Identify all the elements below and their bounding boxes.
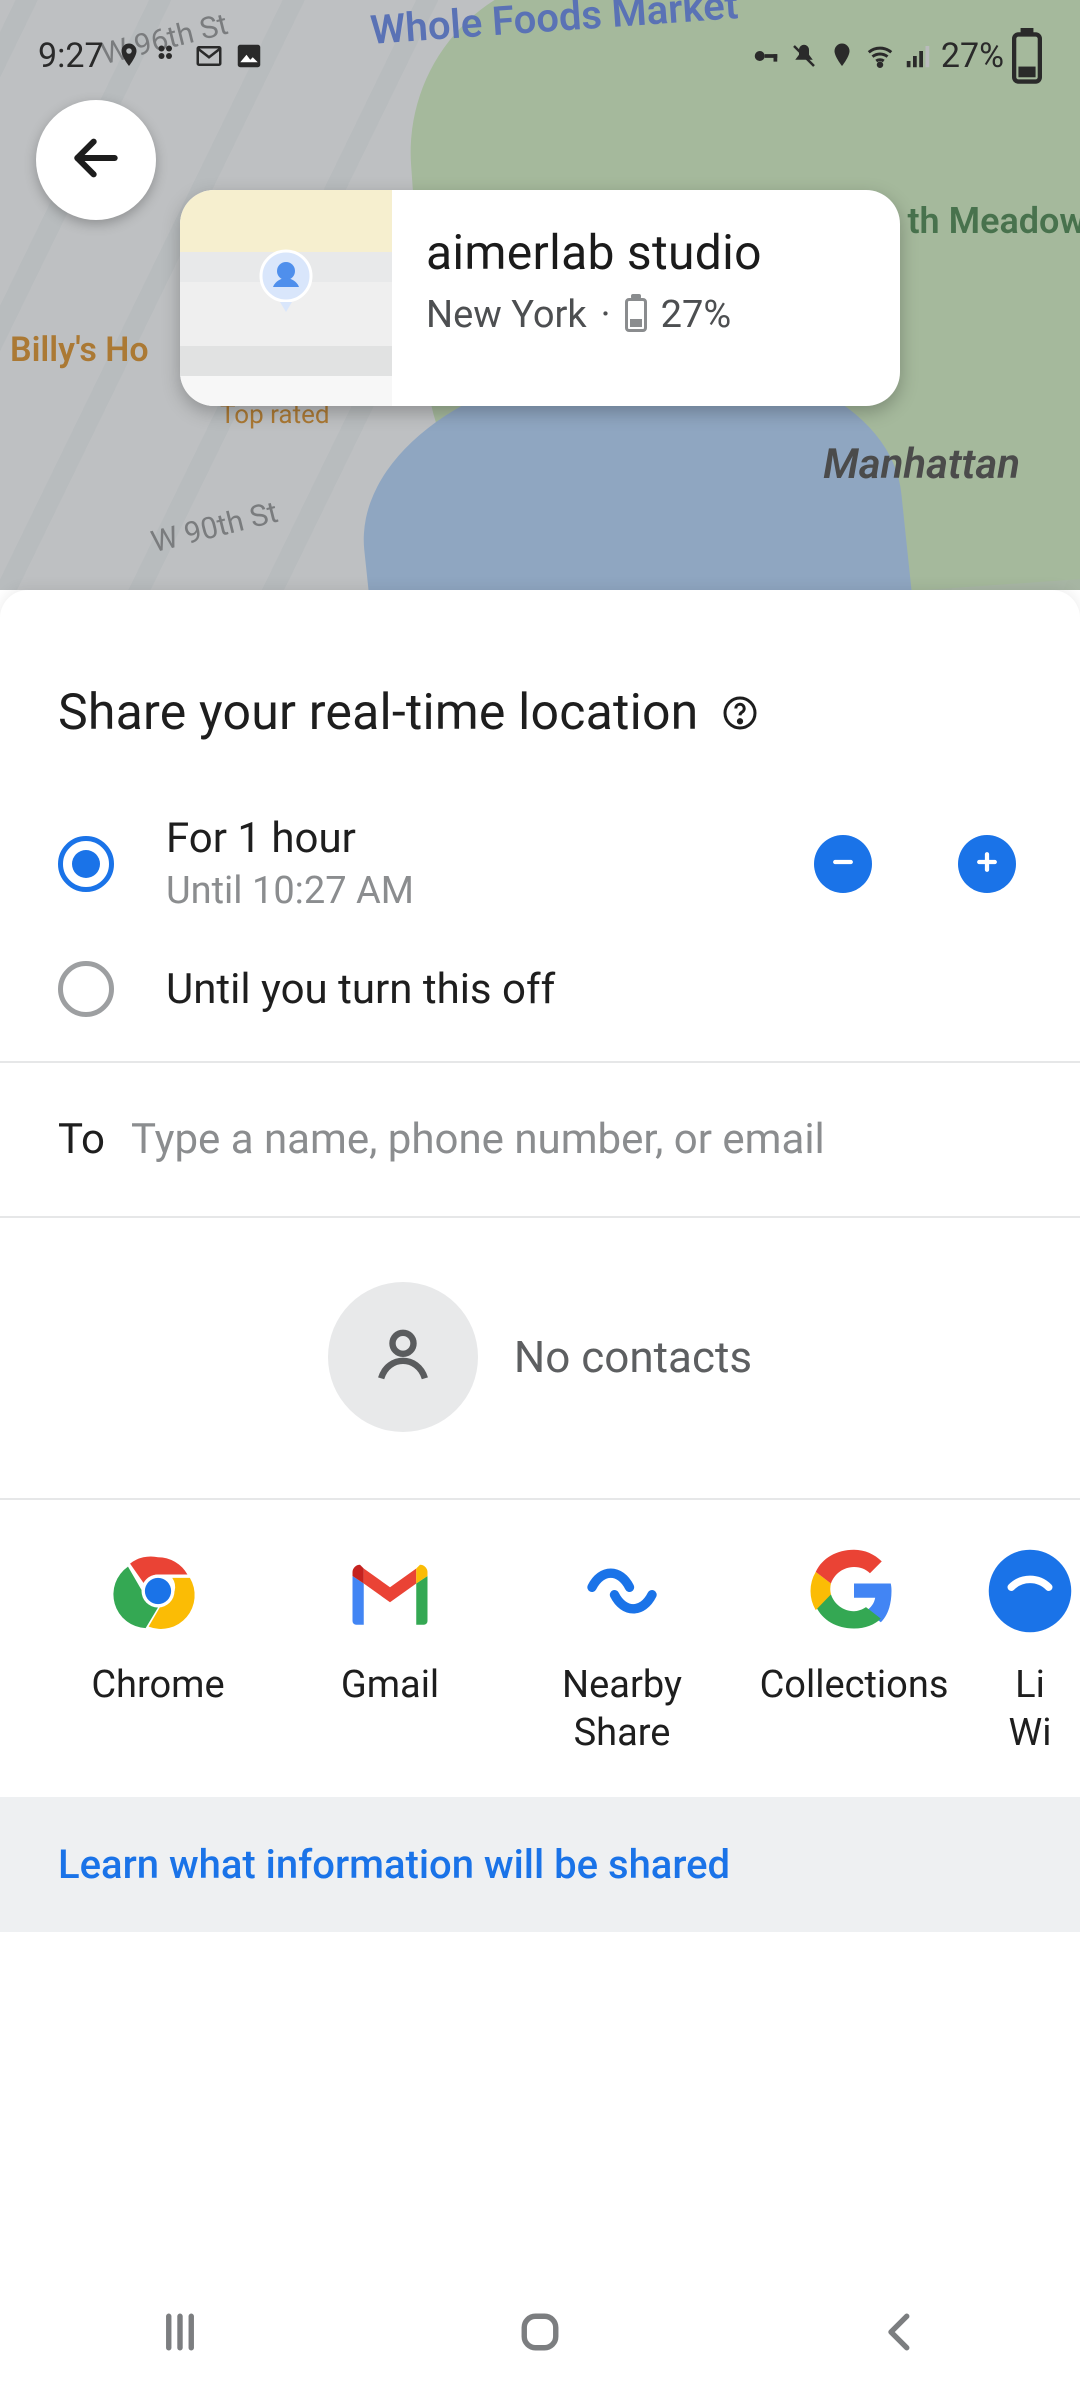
person-pin-icon xyxy=(256,248,316,322)
recents-button[interactable] xyxy=(153,2305,207,2363)
option-until-off[interactable]: Until you turn this off xyxy=(58,943,1022,1047)
unknown-app-icon xyxy=(985,1546,1075,1636)
share-location-sheet: Share your real-time location For 1 hour… xyxy=(0,590,1080,2400)
battery-small-icon xyxy=(625,298,647,332)
back-nav-button[interactable] xyxy=(873,2305,927,2363)
vpn-key-icon xyxy=(751,41,781,71)
app-label: Chrome xyxy=(91,1662,224,1710)
google-g-icon xyxy=(809,1546,899,1636)
location-pin-icon xyxy=(114,41,144,71)
to-label: To xyxy=(58,1115,105,1164)
system-nav-bar xyxy=(0,2268,1080,2400)
plus-icon xyxy=(970,845,1004,883)
battery-icon xyxy=(1012,41,1042,71)
status-time: 9:27 xyxy=(38,36,104,76)
location-card-title: aimerlab studio xyxy=(426,224,762,281)
contact-placeholder-avatar xyxy=(328,1282,478,1432)
share-app-partial[interactable]: Li Wi xyxy=(970,1546,1080,1757)
app-label: Nearby Share xyxy=(522,1662,722,1757)
option-primary-text: Until you turn this off xyxy=(166,965,1022,1014)
status-battery-text: 27% xyxy=(941,36,1004,76)
learn-more-link[interactable]: Learn what information will be shared xyxy=(58,1841,730,1888)
arrow-left-icon xyxy=(68,130,124,190)
location-card[interactable]: aimerlab studio New York · 27% xyxy=(180,190,900,406)
mute-icon xyxy=(789,41,819,71)
home-button[interactable] xyxy=(513,2305,567,2363)
minus-icon xyxy=(826,845,860,883)
recipient-row[interactable]: To Type a name, phone number, or email xyxy=(0,1063,1080,1216)
person-icon xyxy=(368,1320,438,1394)
option-for-1-hour[interactable]: For 1 hour Until 10:27 AM xyxy=(58,796,1022,943)
increase-duration-button[interactable] xyxy=(958,835,1016,893)
help-icon[interactable] xyxy=(722,695,758,731)
radio-unselected-icon xyxy=(58,961,114,1017)
share-app-gmail[interactable]: Gmail xyxy=(274,1546,506,1757)
sheet-title: Share your real-time location xyxy=(58,684,698,742)
wifi-icon xyxy=(865,41,895,71)
status-bar: 9:27 xyxy=(0,28,1080,84)
no-contacts-text: No contacts xyxy=(514,1331,752,1383)
dot-separator: · xyxy=(601,293,611,337)
gmail-icon xyxy=(345,1546,435,1636)
chrome-icon xyxy=(113,1546,203,1636)
share-apps-row[interactable]: Chrome Gmail Nearby Share Collections xyxy=(0,1498,1080,1797)
share-app-collections[interactable]: Collections xyxy=(738,1546,970,1757)
gmail-status-icon xyxy=(194,41,224,71)
share-app-nearby[interactable]: Nearby Share xyxy=(506,1546,738,1757)
option-secondary-text: Until 10:27 AM xyxy=(166,869,762,913)
share-app-chrome[interactable]: Chrome xyxy=(42,1546,274,1757)
location-card-city: New York xyxy=(426,293,587,337)
contacts-area: No contacts xyxy=(0,1218,1080,1498)
nearby-share-icon xyxy=(577,1546,667,1636)
learn-more-bar[interactable]: Learn what information will be shared xyxy=(0,1797,1080,1932)
app-label: Collections xyxy=(760,1662,949,1710)
location-card-battery: 27% xyxy=(661,293,732,337)
decrease-duration-button[interactable] xyxy=(814,835,872,893)
location-thumbnail xyxy=(180,190,392,406)
app-label: Gmail xyxy=(341,1662,439,1710)
back-button[interactable] xyxy=(36,100,156,220)
option-primary-text: For 1 hour xyxy=(166,814,762,863)
recipient-input[interactable]: Type a name, phone number, or email xyxy=(131,1115,1022,1164)
photo-status-icon xyxy=(234,41,264,71)
apps-icon xyxy=(154,41,184,71)
location-status-icon xyxy=(827,41,857,71)
app-label: Li Wi xyxy=(1009,1662,1052,1757)
radio-selected-icon xyxy=(58,836,114,892)
signal-icon xyxy=(903,41,933,71)
